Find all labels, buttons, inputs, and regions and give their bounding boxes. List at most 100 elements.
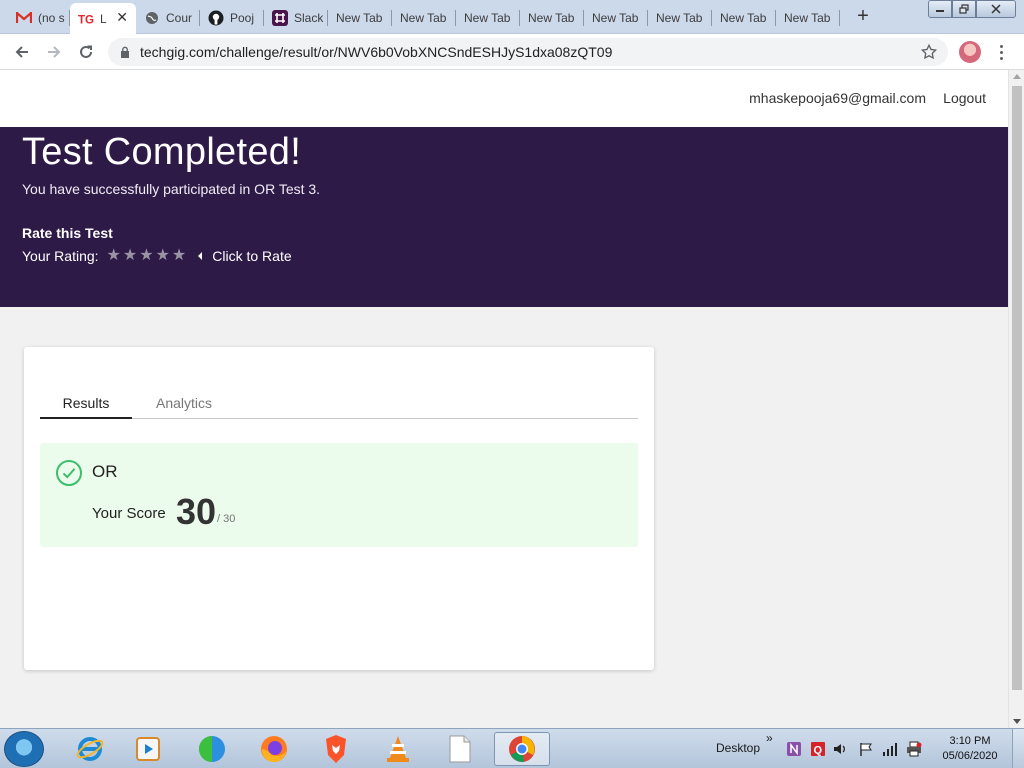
rating-row: Your Rating: ★ ★ ★ ★ ★ Click to Rate — [22, 248, 292, 265]
browser-tab-new[interactable]: New Tab — [648, 4, 712, 32]
clock-date: 05/06/2020 — [942, 750, 998, 762]
media-player-icon[interactable] — [124, 732, 172, 766]
techgig-icon: TG — [78, 11, 94, 27]
scroll-down-icon[interactable] — [1013, 719, 1021, 724]
svg-text:TG: TG — [78, 14, 94, 26]
browser-tab-label: New Tab — [528, 11, 575, 25]
star-icon[interactable]: ★ — [123, 248, 137, 264]
star-icon[interactable]: ★ — [156, 248, 170, 264]
arrow-right-icon — [48, 46, 61, 58]
chrome-icon[interactable] — [494, 732, 550, 766]
start-button[interactable] — [4, 731, 44, 767]
browser-tab-new[interactable]: New Tab — [712, 4, 776, 32]
browser-tab-label: New Tab — [400, 11, 447, 25]
caret-left-icon — [198, 252, 203, 260]
forward-button[interactable] — [44, 42, 64, 62]
browser-tab-label: New Tab — [592, 11, 639, 25]
restore-window-button[interactable] — [952, 0, 976, 18]
browser-tab-label: Slack — [294, 11, 324, 25]
address-bar[interactable]: techgig.com/challenge/result/or/NWV6b0Vo… — [108, 38, 948, 66]
browser-tab-techgig[interactable]: TG L ✕ — [70, 3, 136, 34]
globe-app-icon[interactable] — [188, 732, 236, 766]
browser-tab-new[interactable]: New Tab — [584, 4, 648, 32]
toolbar-expand-icon[interactable]: » — [766, 731, 773, 745]
scroll-up-icon[interactable] — [1013, 74, 1021, 79]
click-to-rate-label: Click to Rate — [212, 248, 292, 264]
system-clock[interactable]: 3:10 PM 05/06/2020 — [930, 734, 1010, 764]
result-card: Results Analytics OR Your Score 30 / 30 — [24, 347, 654, 670]
star-icon[interactable]: ★ — [107, 248, 121, 264]
score-value: 30 — [176, 491, 217, 532]
back-button[interactable] — [12, 42, 32, 62]
browser-tab-new[interactable]: New Tab — [328, 4, 392, 32]
check-circle-icon — [56, 460, 82, 486]
reload-icon — [80, 45, 92, 58]
browser-tab-label: New Tab — [464, 11, 511, 25]
close-icon — [991, 4, 1001, 14]
clock-time: 3:10 PM — [949, 735, 991, 747]
browser-menu-icon[interactable] — [994, 42, 1008, 62]
volume-icon[interactable] — [832, 741, 848, 757]
network-signal-icon[interactable] — [882, 741, 898, 757]
browser-tab-github[interactable]: Pooj — [200, 4, 264, 32]
star-icon[interactable]: ★ — [139, 248, 153, 264]
star-icon[interactable]: ★ — [172, 248, 186, 264]
bookmark-star-icon[interactable] — [920, 43, 938, 66]
rating-stars[interactable]: ★ ★ ★ ★ ★ — [107, 248, 187, 264]
firefox-icon[interactable] — [250, 732, 298, 766]
desktop-toolbar-label[interactable]: Desktop — [716, 741, 760, 755]
browser-tab-course[interactable]: Cour — [136, 4, 200, 32]
url-text[interactable]: techgig.com/challenge/result/or/NWV6b0Vo… — [140, 44, 612, 60]
file-icon[interactable] — [436, 732, 484, 766]
gmail-icon — [16, 10, 32, 26]
browser-tab-gmail[interactable]: (no s — [8, 4, 70, 32]
browser-tab-label: L — [100, 11, 107, 26]
lock-icon — [118, 45, 132, 59]
action-center-flag-icon[interactable] — [858, 741, 874, 757]
reload-button[interactable] — [76, 42, 96, 62]
rate-test-heading: Rate this Test — [22, 225, 113, 241]
github-icon — [208, 10, 224, 26]
vlc-icon[interactable] — [374, 732, 422, 766]
restore-icon — [959, 4, 969, 14]
arrow-left-icon — [15, 46, 28, 58]
brave-browser-icon[interactable] — [312, 732, 360, 766]
site-header: mhaskepooja69@gmail.com Logout — [0, 70, 1008, 127]
browser-tab-slack[interactable]: Slack — [264, 4, 328, 32]
internet-explorer-icon[interactable] — [66, 732, 114, 766]
browser-tab-new[interactable]: New Tab — [776, 4, 840, 32]
score-summary: OR Your Score 30 / 30 — [40, 443, 638, 547]
minimize-window-button[interactable] — [928, 0, 952, 18]
quick-heal-tray-icon[interactable]: Q — [810, 741, 826, 757]
show-desktop-button[interactable] — [1012, 729, 1024, 768]
browser-tab-label: Cour — [166, 11, 193, 25]
score-max: / 30 — [217, 513, 236, 525]
browser-toolbar: techgig.com/challenge/result/or/NWV6b0Vo… — [0, 34, 1024, 70]
windows-taskbar: Desktop » Q 3:10 PM 05/06/2020 — [0, 728, 1024, 768]
result-tabs: Results Analytics — [40, 385, 638, 419]
browser-tab-label: New Tab — [656, 11, 703, 25]
logout-link[interactable]: Logout — [943, 90, 986, 106]
browser-tab-label: Pooj — [230, 11, 255, 25]
profile-avatar[interactable] — [959, 41, 981, 63]
test-completed-banner: Test Completed! You have successfully pa… — [0, 127, 1008, 307]
close-tab-icon[interactable]: ✕ — [116, 9, 128, 26]
page-viewport: mhaskepooja69@gmail.com Logout Test Comp… — [0, 70, 1008, 728]
printer-tray-icon[interactable] — [906, 741, 922, 757]
your-rating-label: Your Rating: — [22, 248, 99, 264]
tab-results[interactable]: Results — [40, 395, 132, 419]
score-label: Your Score — [92, 505, 166, 522]
page-scrollbar[interactable] — [1008, 70, 1024, 728]
scrollbar-thumb[interactable] — [1012, 86, 1022, 690]
browser-tab-new[interactable]: New Tab — [520, 4, 584, 32]
browser-tab-new[interactable]: New Tab — [456, 4, 520, 32]
onenote-tray-icon[interactable] — [786, 741, 802, 757]
user-email[interactable]: mhaskepooja69@gmail.com — [749, 90, 926, 106]
new-tab-button[interactable]: + — [852, 6, 874, 28]
svg-text:Q: Q — [814, 745, 823, 757]
tab-analytics[interactable]: Analytics — [156, 395, 212, 411]
browser-tab-label: New Tab — [720, 11, 767, 25]
browser-tab-new[interactable]: New Tab — [392, 4, 456, 32]
close-window-button[interactable] — [976, 0, 1016, 18]
participation-message: You have successfully participated in OR… — [22, 181, 321, 197]
